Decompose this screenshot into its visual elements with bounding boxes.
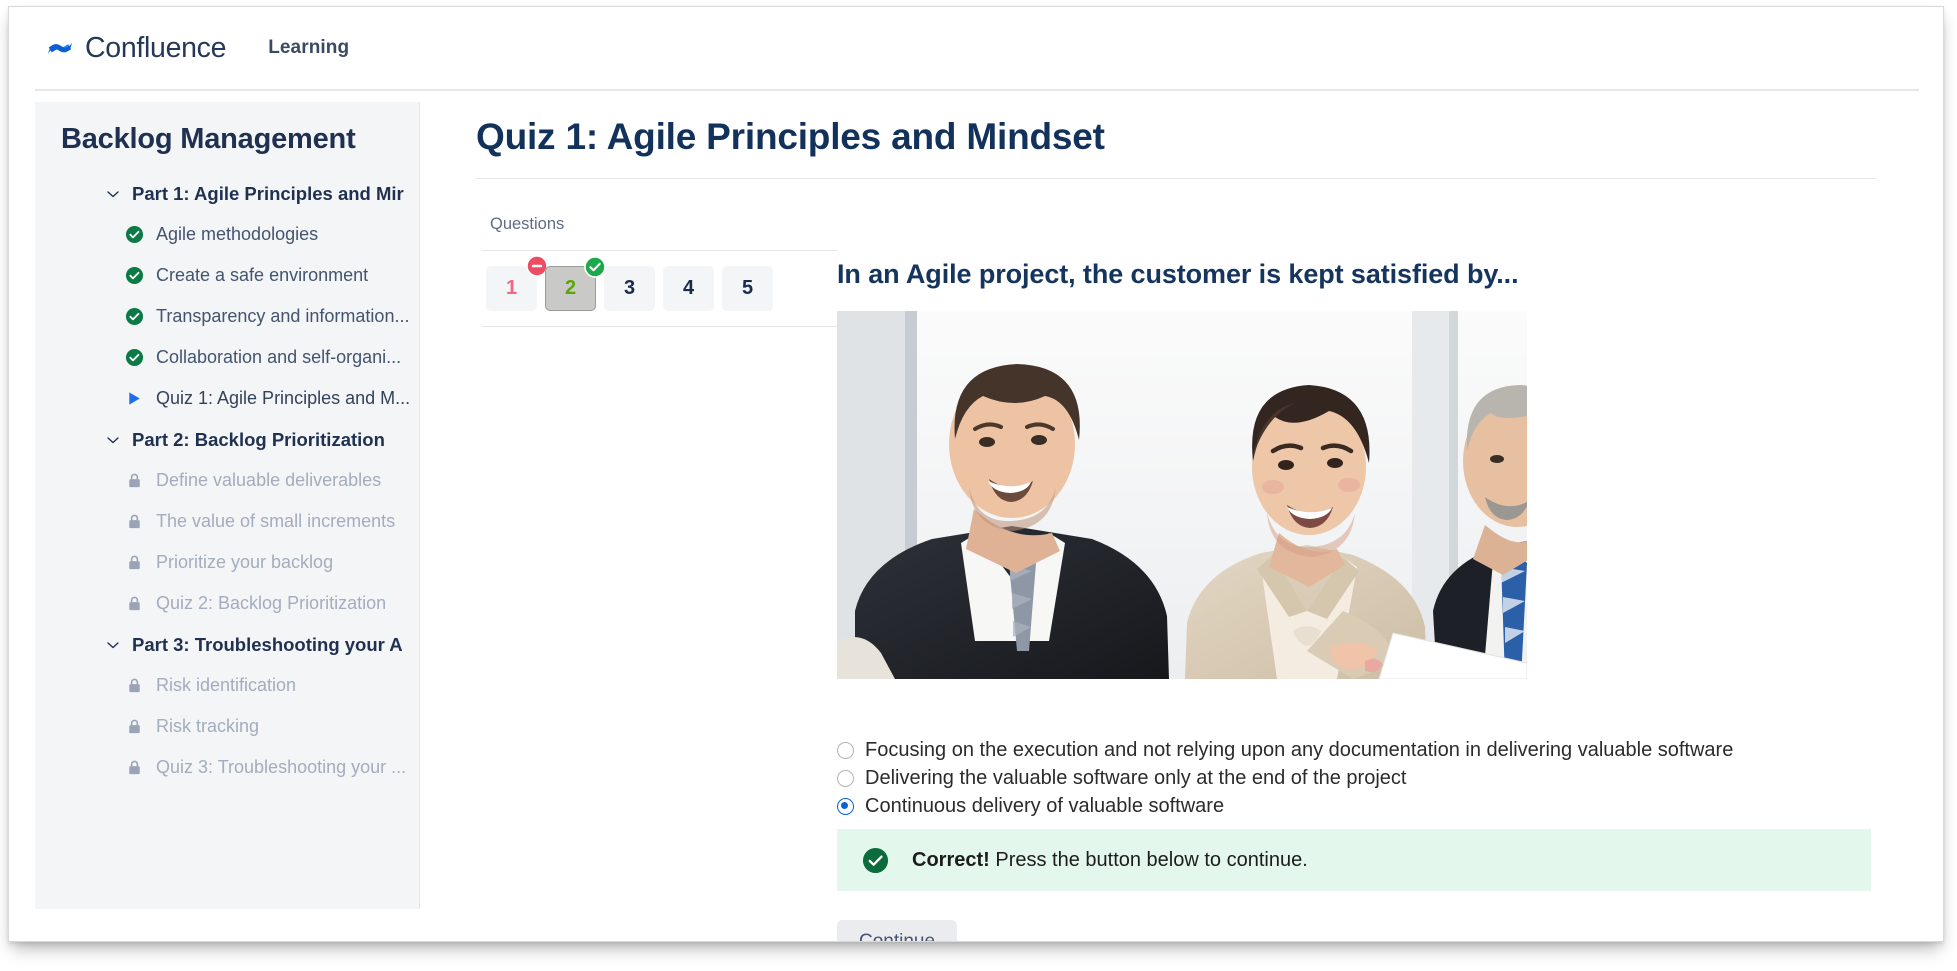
sidebar-item-label: Prioritize your backlog (156, 552, 334, 572)
page-title: Quiz 1: Agile Principles and Mindset (476, 116, 1105, 157)
sidebar-item-quiz-1[interactable]: Quiz 1: Agile Principles and M... (35, 378, 419, 419)
chevron-down-icon (105, 432, 121, 448)
check-circle-icon (584, 256, 606, 278)
brand-logo-and-name[interactable]: Confluence (45, 32, 226, 65)
sidebar-item-create-safe-environment[interactable]: Create a safe environment (35, 255, 419, 296)
sidebar-item-quiz-2[interactable]: Quiz 2: Backlog Prioritization (35, 583, 419, 624)
lock-icon (125, 676, 144, 695)
check-circle-icon (125, 225, 144, 244)
sidebar-item-label: Transparency and information... (156, 306, 410, 326)
feedback-rest-text: Press the button below to continue. (989, 848, 1308, 871)
question-button-5[interactable]: 5 (722, 266, 773, 311)
sidebar-item-label: Quiz 2: Backlog Prioritization (156, 593, 387, 613)
sidebar-item-risk-identification[interactable]: Risk identification (35, 665, 419, 706)
radio-button-icon[interactable] (837, 797, 854, 815)
nav-item-learning[interactable]: Learning (268, 37, 349, 59)
main-content: Quiz 1: Agile Principles and Mindset Que… (420, 91, 1943, 941)
sidebar-section-label: Part 3: Troubleshooting your A (132, 633, 403, 655)
play-triangle-icon (125, 389, 144, 408)
sidebar-section-part-3[interactable]: Part 3: Troubleshooting your A (35, 624, 419, 665)
feedback-text: Correct! Press the button below to conti… (912, 849, 1308, 872)
title-divider (476, 178, 1876, 179)
sidebar-item-collaboration[interactable]: Collaboration and self-organi... (35, 337, 419, 378)
feedback-bold-text: Correct! (912, 848, 990, 871)
answer-option-3[interactable]: Continuous delivery of valuable software (837, 792, 1847, 820)
answer-option-1[interactable]: Focusing on the execution and not relyin… (837, 736, 1847, 764)
answer-option-label: Continuous delivery of valuable software (865, 794, 1225, 817)
course-sidebar: Backlog Management Part 1: Agile Princip… (35, 102, 420, 909)
question-button-4[interactable]: 4 (663, 266, 714, 311)
radio-button-icon[interactable] (837, 769, 854, 787)
sidebar-item-small-increments[interactable]: The value of small increments (35, 501, 419, 542)
sidebar-item-agile-methodologies[interactable]: Agile methodologies (35, 214, 419, 255)
sidebar-section-part-1[interactable]: Part 1: Agile Principles and Mir (35, 173, 419, 214)
sidebar-section-part-2[interactable]: Part 2: Backlog Prioritization (35, 419, 419, 460)
lock-icon (125, 717, 144, 736)
question-button-label: 3 (623, 277, 636, 299)
answer-option-label: Focusing on the execution and not relyin… (865, 738, 1734, 761)
sidebar-item-label: Risk tracking (156, 716, 260, 736)
sidebar-item-quiz-3[interactable]: Quiz 3: Troubleshooting your ... (35, 747, 419, 788)
page-body: Backlog Management Part 1: Agile Princip… (9, 91, 1943, 941)
browser-window: Confluence Learning Backlog Management P… (8, 6, 1944, 942)
top-navigation-bar: Confluence Learning (9, 7, 1943, 89)
check-circle-icon (125, 307, 144, 326)
question-number-list: 1 2 3 4 5 (482, 250, 837, 327)
lock-icon (125, 758, 144, 777)
check-circle-icon (125, 348, 144, 367)
sidebar-item-label: Define valuable deliverables (156, 470, 382, 490)
confluence-logo-icon (45, 33, 75, 63)
sidebar-item-label: The value of small increments (156, 511, 396, 531)
questions-caption: Questions (490, 215, 565, 233)
sidebar-item-label: Risk identification (156, 675, 297, 695)
sidebar-item-define-valuable-deliverables[interactable]: Define valuable deliverables (35, 460, 419, 501)
radio-button-icon[interactable] (837, 741, 854, 759)
question-image (837, 311, 1527, 679)
lock-icon (125, 553, 144, 572)
sidebar-item-label: Create a safe environment (156, 265, 369, 285)
sidebar-item-label: Agile methodologies (156, 224, 319, 244)
questions-navigator-panel: Questions 1 2 3 4 5 (482, 215, 837, 327)
sidebar-item-label: Quiz 1: Agile Principles and M... (156, 388, 411, 408)
sidebar-item-label: Collaboration and self-organi... (156, 347, 402, 367)
sidebar-item-prioritize-backlog[interactable]: Prioritize your backlog (35, 542, 419, 583)
question-button-label: 1 (505, 277, 518, 299)
chevron-down-icon (105, 637, 121, 653)
question-column: In an Agile project, the customer is kep… (837, 201, 1887, 941)
sidebar-nav-list: Part 1: Agile Principles and Mir Agile m… (35, 173, 419, 788)
sidebar-section-label: Part 2: Backlog Prioritization (132, 428, 385, 450)
sidebar-item-label: Quiz 3: Troubleshooting your ... (156, 757, 407, 777)
sidebar-section-label: Part 1: Agile Principles and Mir (132, 182, 404, 204)
question-button-3[interactable]: 3 (604, 266, 655, 311)
lock-icon (125, 471, 144, 490)
brand-name: Confluence (85, 31, 227, 64)
answer-option-2[interactable]: Delivering the valuable software only at… (837, 764, 1847, 792)
lock-icon (125, 594, 144, 613)
question-text: In an Agile project, the customer is kep… (837, 259, 1519, 289)
question-button-label: 4 (682, 277, 695, 299)
question-button-1[interactable]: 1 (486, 255, 548, 311)
check-circle-icon (125, 266, 144, 285)
sidebar-title: Backlog Management (61, 123, 356, 155)
check-circle-icon (862, 847, 889, 874)
continue-button[interactable]: Continue (837, 920, 958, 941)
sidebar-item-risk-tracking[interactable]: Risk tracking (35, 706, 419, 747)
answer-options-list: Focusing on the execution and not relyin… (837, 736, 1847, 820)
lock-icon (125, 512, 144, 531)
sidebar-item-transparency[interactable]: Transparency and information... (35, 296, 419, 337)
question-button-label: 5 (741, 277, 754, 299)
question-button-2[interactable]: 2 (545, 256, 606, 311)
question-button-label: 2 (564, 277, 577, 299)
answer-option-label: Delivering the valuable software only at… (865, 766, 1407, 789)
chevron-down-icon (105, 186, 121, 202)
feedback-banner: Correct! Press the button below to conti… (837, 829, 1871, 891)
quiz-content: Questions 1 2 3 4 5 In an Agile project,… (476, 201, 1943, 941)
